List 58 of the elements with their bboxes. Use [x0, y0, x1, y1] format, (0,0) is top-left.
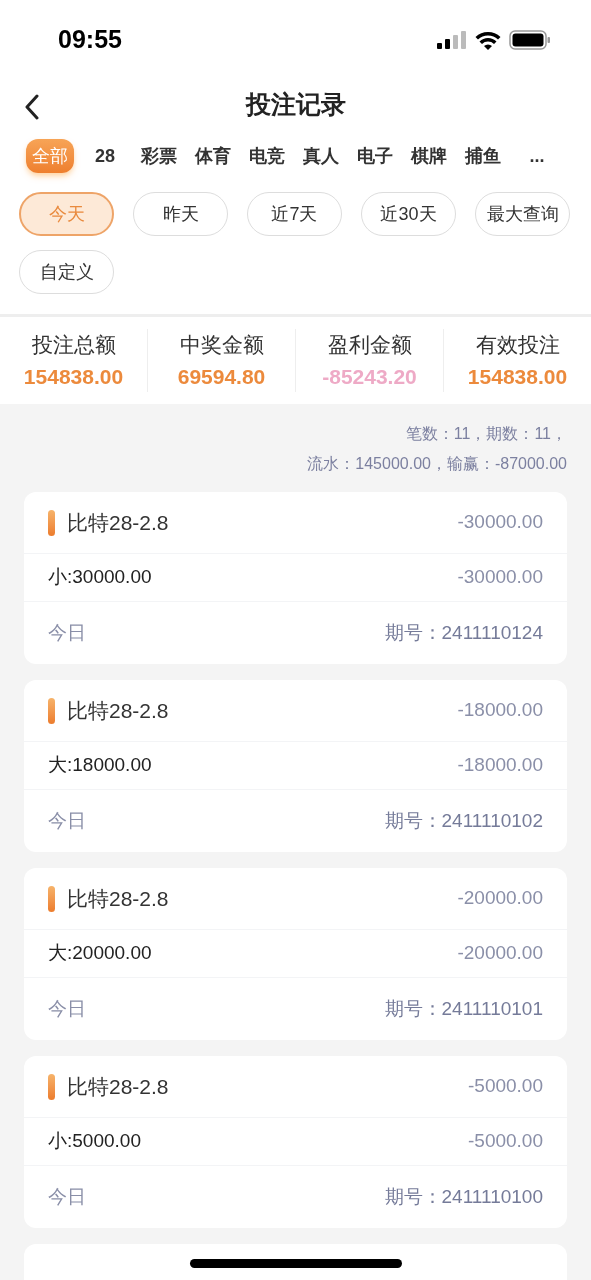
summary-value: -85243.20 — [322, 363, 417, 390]
bet-amount: -18000.00 — [457, 698, 543, 723]
game-name: 比特28-2.8 — [67, 509, 169, 536]
category-tab[interactable]: 捕鱼 — [460, 139, 506, 173]
marker-icon — [48, 697, 55, 724]
back-icon — [24, 94, 40, 120]
bet-choice: 小:5000.00 — [48, 1129, 141, 1154]
battery-icon — [509, 30, 551, 50]
category-tab[interactable]: 电子 — [352, 139, 398, 173]
bet-date: 今日 — [48, 620, 86, 645]
marker-icon — [48, 885, 55, 912]
period-number: 期号：2411110101 — [384, 996, 543, 1021]
summary-label: 投注总额 — [31, 332, 116, 358]
summary-label: 盈利金额 — [327, 332, 412, 358]
category-tab[interactable]: ... — [514, 139, 560, 173]
bet-result: -20000.00 — [457, 941, 543, 966]
date-filter-chip[interactable]: 昨天 — [133, 192, 228, 236]
bet-choice: 大:18000.00 — [48, 753, 152, 778]
date-filter-chip[interactable]: 近30天 — [361, 192, 456, 236]
marker-icon — [48, 509, 55, 536]
game-name: 比特28-2.8 — [67, 885, 169, 912]
bet-result: -30000.00 — [457, 565, 543, 590]
status-time: 09:55 — [58, 24, 122, 56]
marker-icon — [48, 1073, 55, 1100]
category-tab[interactable]: 彩票 — [136, 139, 182, 173]
bet-result: -18000.00 — [457, 753, 543, 778]
bet-amount: -30000.00 — [457, 510, 543, 535]
date-filter-chip[interactable]: 近7天 — [247, 192, 342, 236]
bet-choice: 小:30000.00 — [48, 565, 152, 590]
date-filter-chip[interactable]: 自定义 — [19, 250, 114, 294]
category-tab[interactable]: 体育 — [190, 139, 236, 173]
bet-amount: -20000.00 — [457, 886, 543, 911]
summary-label: 中奖金额 — [179, 332, 264, 358]
bet-result: -5000.00 — [468, 1129, 543, 1154]
summary-label: 有效投注 — [475, 332, 560, 358]
period-number: 期号：2411110124 — [384, 620, 543, 645]
page-title: 投注记录 — [245, 89, 346, 121]
category-tab[interactable]: 28 — [82, 139, 128, 173]
bet-date: 今日 — [48, 1184, 86, 1209]
category-tab[interactable]: 棋牌 — [406, 139, 452, 173]
game-name: 比特28-2.8 — [67, 697, 169, 724]
stats-text: 流水：145000.00，输赢：-87000.00 — [307, 454, 567, 474]
bet-date: 今日 — [48, 808, 86, 833]
summary-value: 154838.00 — [467, 363, 568, 390]
period-number: 期号：2411110102 — [384, 808, 543, 833]
summary-value: 69594.80 — [177, 363, 266, 390]
bet-date: 今日 — [48, 996, 86, 1021]
summary-value: 154838.00 — [23, 363, 124, 390]
date-filter-chip[interactable]: 最大查询 — [475, 192, 570, 236]
bet-amount: -5000.00 — [468, 1074, 543, 1099]
signal-icon — [437, 31, 467, 49]
category-tab[interactable]: 电竞 — [244, 139, 290, 173]
period-number: 期号：2411110100 — [384, 1184, 543, 1209]
stats-text: 笔数：11，期数：11， — [405, 424, 567, 444]
bet-choice: 大:20000.00 — [48, 941, 152, 966]
category-tab[interactable]: 真人 — [298, 139, 344, 173]
wifi-icon — [475, 30, 501, 50]
game-name: 比特28-2.8 — [67, 1073, 169, 1100]
